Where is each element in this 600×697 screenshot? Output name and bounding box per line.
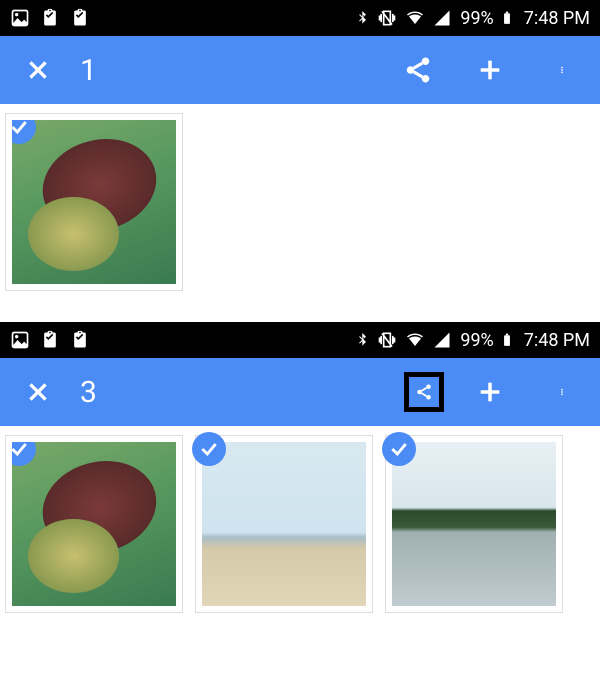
photo-grid bbox=[0, 426, 600, 626]
photo-thumbnail[interactable] bbox=[386, 436, 562, 612]
wifi-icon bbox=[404, 9, 426, 27]
clipboard-icon bbox=[40, 7, 60, 29]
signal-icon bbox=[432, 331, 452, 349]
photo-grid bbox=[0, 104, 600, 300]
add-button[interactable] bbox=[470, 372, 510, 412]
bluetooth-icon bbox=[356, 330, 370, 350]
clipboard-icon-2 bbox=[70, 329, 90, 351]
status-bar: 99% 7:48 PM bbox=[0, 0, 600, 36]
share-button[interactable] bbox=[398, 50, 438, 90]
add-button[interactable] bbox=[470, 50, 510, 90]
status-icons-right: 99% 7:48 PM bbox=[356, 329, 590, 351]
selection-count: 1 bbox=[80, 53, 97, 88]
vibrate-icon bbox=[376, 330, 398, 350]
status-icons-right: 99% 7:48 PM bbox=[356, 7, 590, 29]
status-bar: 99% 7:48 PM bbox=[0, 322, 600, 358]
battery-percent: 99% bbox=[460, 330, 493, 351]
screen-1: 99% 7:48 PM 1 bbox=[0, 0, 600, 300]
selected-check-icon bbox=[6, 114, 36, 144]
vibrate-icon bbox=[376, 8, 398, 28]
selected-check-icon bbox=[382, 432, 416, 466]
clipboard-icon-2 bbox=[70, 7, 90, 29]
battery-icon bbox=[500, 7, 514, 29]
signal-icon bbox=[432, 9, 452, 27]
clock-text: 7:48 PM bbox=[524, 8, 590, 29]
battery-icon bbox=[500, 329, 514, 351]
clipboard-icon bbox=[40, 329, 60, 351]
picture-icon bbox=[10, 8, 30, 28]
selection-toolbar: 3 bbox=[0, 358, 600, 426]
selected-check-icon bbox=[192, 432, 226, 466]
overflow-menu-button[interactable] bbox=[542, 372, 582, 412]
status-icons-left bbox=[10, 329, 90, 351]
selected-check-icon bbox=[6, 436, 36, 466]
selection-toolbar: 1 bbox=[0, 36, 600, 104]
screen-2: 99% 7:48 PM 3 bbox=[0, 322, 600, 626]
share-button[interactable] bbox=[404, 372, 444, 412]
wifi-icon bbox=[404, 331, 426, 349]
photo-thumbnail[interactable] bbox=[6, 436, 182, 612]
close-button[interactable] bbox=[18, 372, 58, 412]
picture-icon bbox=[10, 330, 30, 350]
overflow-menu-button[interactable] bbox=[542, 50, 582, 90]
photo-thumbnail[interactable] bbox=[6, 114, 182, 290]
status-icons-left bbox=[10, 7, 90, 29]
bluetooth-icon bbox=[356, 8, 370, 28]
clock-text: 7:48 PM bbox=[524, 330, 590, 351]
photo-thumbnail[interactable] bbox=[196, 436, 372, 612]
battery-percent: 99% bbox=[460, 8, 493, 29]
close-button[interactable] bbox=[18, 50, 58, 90]
selection-count: 3 bbox=[80, 375, 97, 410]
